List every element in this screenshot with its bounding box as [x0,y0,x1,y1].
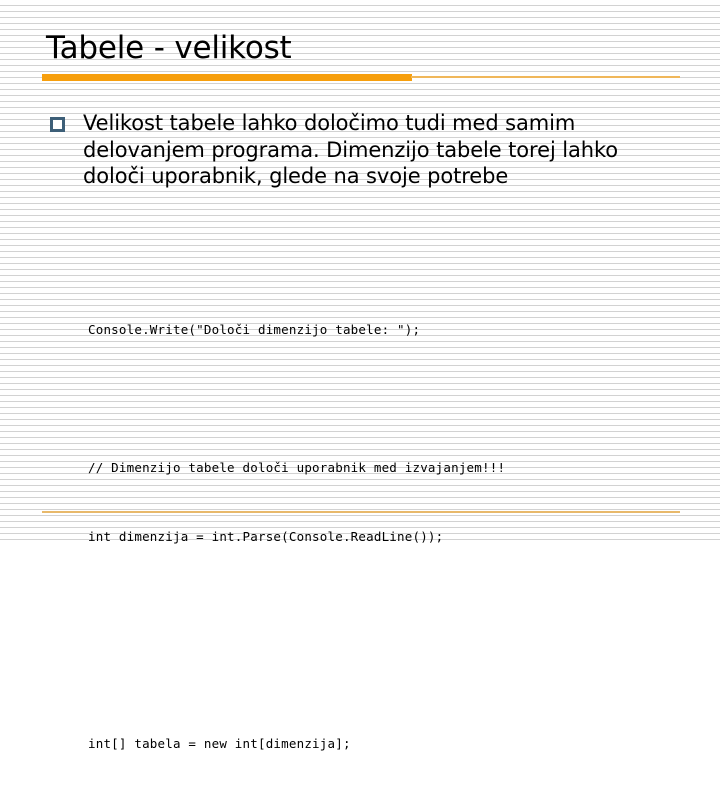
title-divider [42,73,680,81]
code-line: Console.Write("Določi dimenzijo tabele: … [88,322,421,337]
title-divider-thick [42,74,412,81]
code-block: Console.Write("Določi dimenzijo tabele: … [88,272,648,801]
title-divider-thin [411,76,680,78]
code-line: int dimenzija = int.Parse(Console.ReadLi… [88,529,444,544]
slide-title: Tabele - velikost [46,30,292,66]
code-line: int[] tabela = new int[dimenzija]; [88,736,351,751]
code-line-comment: // Dimenzijo tabele določi uporabnik med… [88,460,506,475]
bullet-item-label: Velikost tabele lahko določimo tudi med … [83,111,619,188]
slide-canvas: Tabele - velikost Velikost tabele lahko … [0,0,720,751]
footer-rule [42,511,680,513]
bullet-list-item: Velikost tabele lahko določimo tudi med … [50,110,650,190]
hollow-square-bullet-icon [50,117,65,132]
